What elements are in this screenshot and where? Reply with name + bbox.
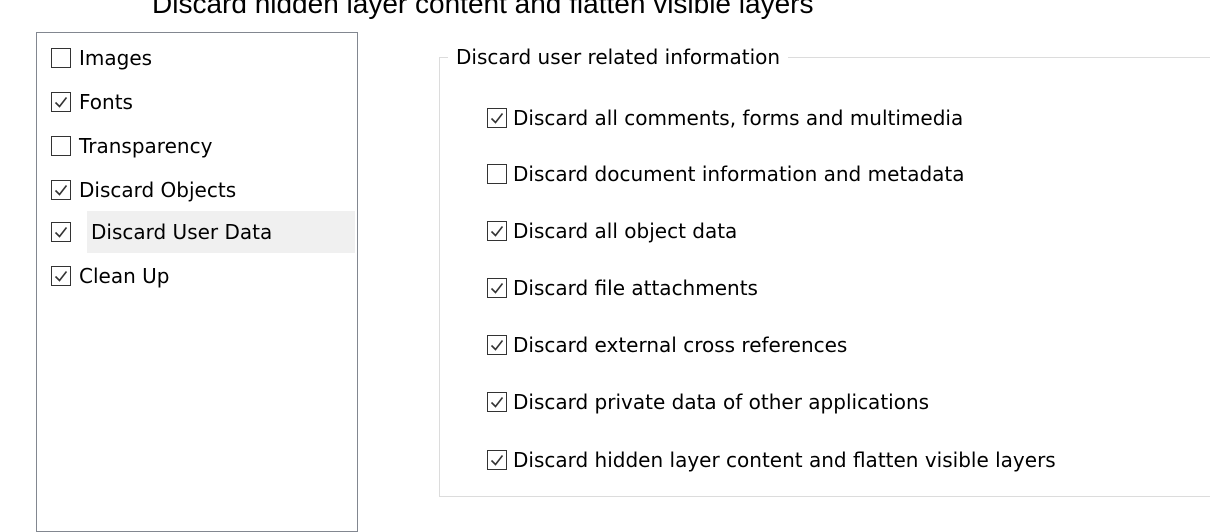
option-label: Discard all object data	[513, 219, 738, 243]
category-label: Images	[79, 46, 153, 70]
option-label: Discard file attachments	[513, 276, 758, 300]
checkmark-icon	[490, 455, 504, 466]
option-label: Discard external cross references	[513, 333, 848, 357]
category-item-fonts[interactable]: Fonts	[51, 81, 355, 123]
discard-metadata-checkbox[interactable]	[487, 164, 507, 184]
transparency-checkbox[interactable]	[51, 136, 71, 156]
clean-up-checkbox[interactable]	[51, 266, 71, 286]
option-discard-external-cross-references[interactable]: Discard external cross references	[487, 331, 847, 359]
checkmark-icon	[54, 97, 68, 108]
category-item-discard-objects[interactable]: Discard Objects	[51, 169, 355, 211]
option-discard-comments-forms-multimedia[interactable]: Discard all comments, forms and multimed…	[487, 104, 963, 132]
category-item-discard-user-data[interactable]: Discard User Data	[51, 211, 355, 253]
category-label: Discard User Data	[91, 220, 273, 244]
checkmark-icon	[54, 271, 68, 282]
images-checkbox[interactable]	[51, 48, 71, 68]
category-label: Fonts	[79, 90, 133, 114]
category-label: Discard Objects	[79, 178, 237, 202]
checkmark-icon	[490, 340, 504, 351]
checkmark-icon	[490, 397, 504, 408]
checkmark-icon	[54, 185, 68, 196]
option-discard-file-attachments[interactable]: Discard file attachments	[487, 274, 758, 302]
discard-hidden-layers-checkbox[interactable]	[487, 450, 507, 470]
checkmark-icon	[490, 226, 504, 237]
discard-cross-references-checkbox[interactable]	[487, 335, 507, 355]
option-label: Discard private data of other applicatio…	[513, 390, 930, 414]
discard-objects-checkbox[interactable]	[51, 180, 71, 200]
option-discard-hidden-layer-content[interactable]: Discard hidden layer content and flatten…	[487, 446, 1056, 474]
option-label: Discard document information and metadat…	[513, 162, 965, 186]
option-label: Discard all comments, forms and multimed…	[513, 106, 964, 130]
discard-object-data-checkbox[interactable]	[487, 221, 507, 241]
category-label: Clean Up	[79, 264, 170, 288]
checkmark-icon	[490, 283, 504, 294]
groupbox-title: Discard user related information	[448, 43, 789, 71]
category-item-images[interactable]: Images	[51, 37, 355, 79]
option-discard-private-data[interactable]: Discard private data of other applicatio…	[487, 388, 929, 416]
option-label: Discard hidden layer content and flatten…	[513, 448, 1056, 472]
category-list[interactable]: Images Fonts Transparency Discard Object…	[36, 32, 358, 532]
option-discard-all-object-data[interactable]: Discard all object data	[487, 217, 737, 245]
fonts-checkbox[interactable]	[51, 92, 71, 112]
category-label: Transparency	[79, 134, 213, 158]
checkmark-icon	[54, 227, 68, 238]
category-item-clean-up[interactable]: Clean Up	[51, 255, 355, 297]
discard-comments-checkbox[interactable]	[487, 108, 507, 128]
discard-private-data-checkbox[interactable]	[487, 392, 507, 412]
clipped-description-text: Discard hidden layer content and flatten…	[152, 0, 814, 19]
option-discard-document-info-metadata[interactable]: Discard document information and metadat…	[487, 160, 965, 188]
checkmark-icon	[490, 113, 504, 124]
category-item-transparency[interactable]: Transparency	[51, 125, 355, 167]
discard-user-data-checkbox[interactable]	[51, 222, 71, 242]
discard-attachments-checkbox[interactable]	[487, 278, 507, 298]
